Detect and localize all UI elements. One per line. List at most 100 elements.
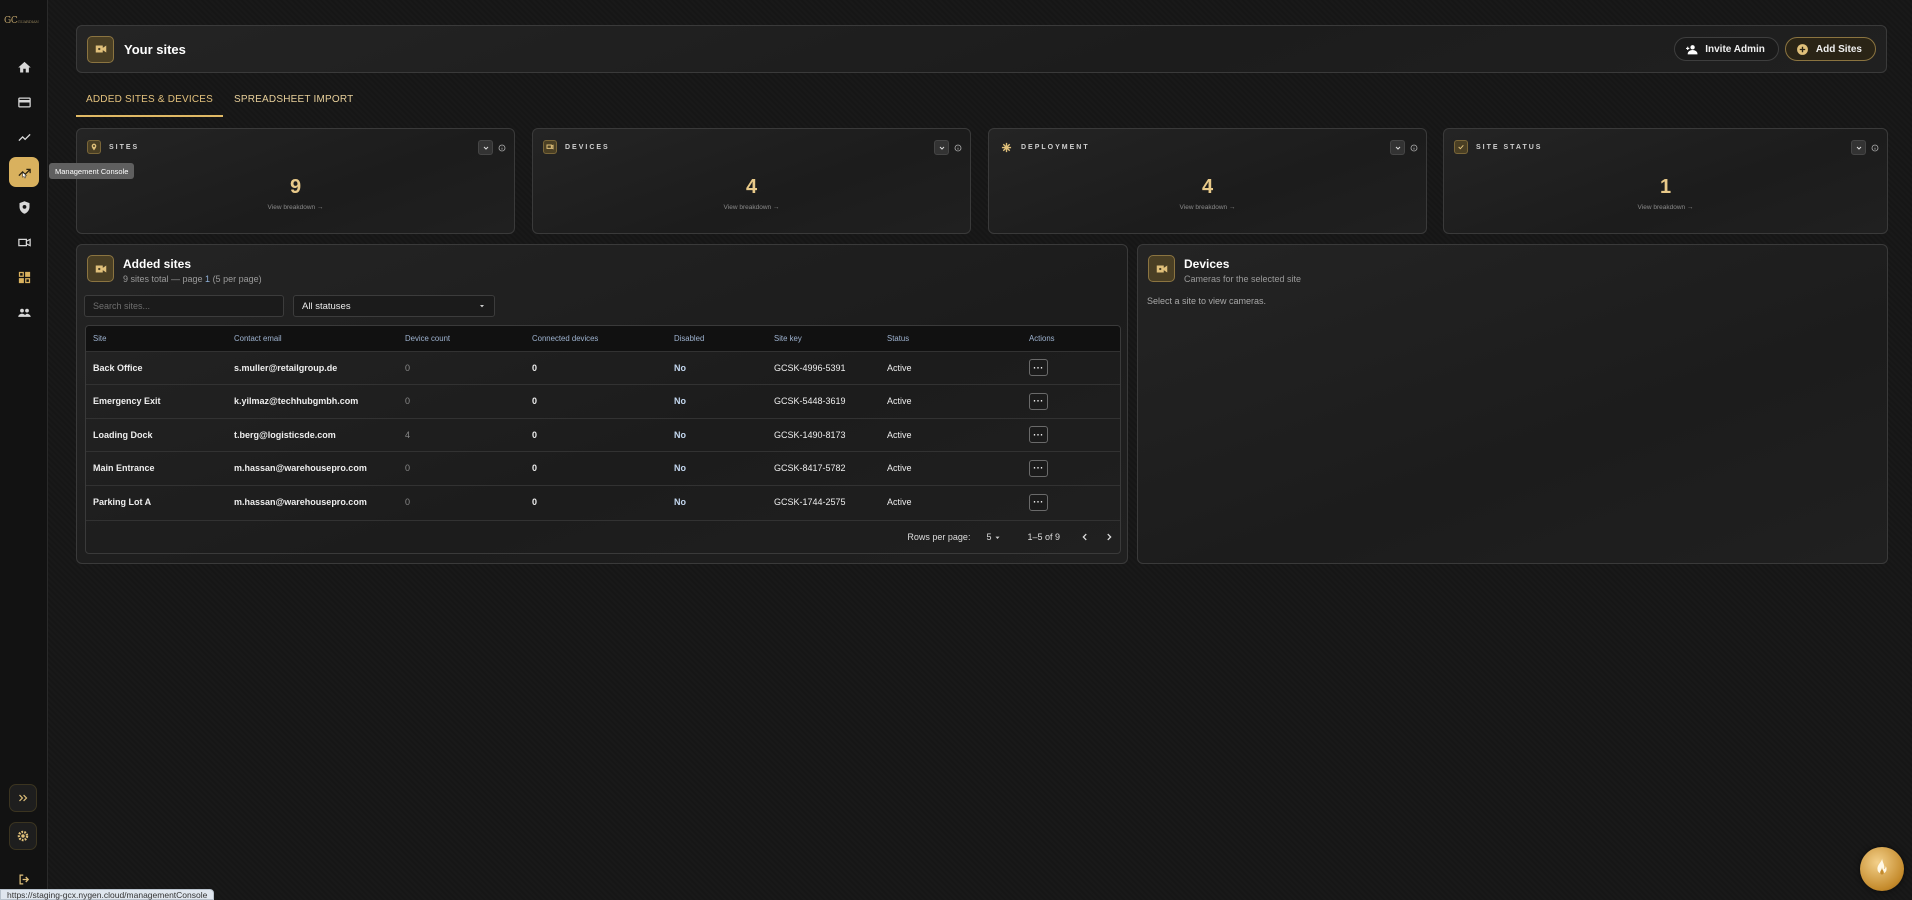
search-sites-input[interactable] [84, 295, 284, 317]
pagination-range: 1–5 of 9 [1027, 532, 1060, 542]
table-header-row: Site Contact email Device count Connecte… [86, 326, 1120, 351]
view-breakdown-link[interactable]: View breakdown → [989, 204, 1426, 211]
video-camera-icon [17, 237, 31, 247]
stat-card-site-status: SITE STATUS 1 View breakdown → [1443, 128, 1888, 234]
settings-button[interactable] [9, 822, 37, 850]
sidebar-tooltip: Management Console [49, 163, 135, 179]
previous-page-icon[interactable] [1080, 532, 1090, 542]
status-url-bar: https://staging-gcx.nygen.cloud/manageme… [0, 889, 215, 900]
row-actions-button[interactable]: ··· [1029, 359, 1048, 377]
info-icon[interactable] [1870, 143, 1879, 152]
column-header-contact-email[interactable]: Contact email [227, 326, 398, 351]
info-icon[interactable] [497, 143, 506, 152]
table-row[interactable]: Main Entrance m.hassan@warehousepro.com … [86, 451, 1120, 486]
row-actions-button[interactable]: ··· [1029, 459, 1048, 477]
cell-status: Active [887, 463, 912, 474]
stat-expand-button[interactable] [1390, 140, 1405, 155]
stat-expand-button[interactable] [1851, 140, 1866, 155]
cell-connected: 0 [532, 497, 538, 507]
cell-site: Loading Dock [93, 429, 153, 440]
stat-expand-button[interactable] [934, 140, 949, 155]
cell-disabled: No [674, 497, 686, 507]
cell-site-key: GCSK-5448-3619 [774, 396, 846, 407]
column-header-site[interactable]: Site [86, 326, 227, 351]
chevron-down-icon [939, 146, 944, 150]
cell-device-count: 0 [405, 463, 411, 474]
table-row[interactable]: Emergency Exit k.yilmaz@techhubgmbh.com … [86, 384, 1120, 419]
devices-title: Devices [1184, 257, 1230, 271]
nav-management-console[interactable] [9, 157, 39, 187]
cell-email: m.hassan@warehousepro.com [234, 497, 367, 507]
next-page-icon[interactable] [1104, 532, 1114, 542]
column-header-actions: Actions [1029, 333, 1055, 343]
devices-panel-icon-box [1148, 255, 1175, 282]
nav-billing[interactable] [9, 87, 39, 117]
column-header-device-count[interactable]: Device count [398, 326, 525, 351]
cell-site-key: GCSK-4996-5391 [774, 362, 846, 373]
device-icon [543, 140, 557, 154]
table-row[interactable]: Back Office s.muller@retailgroup.de 0 0 … [86, 351, 1120, 385]
chevron-down-icon [1395, 146, 1400, 150]
table-row[interactable]: Loading Dock t.berg@logisticsde.com 4 0 … [86, 418, 1120, 452]
stat-label: DEPLOYMENT [1021, 143, 1090, 151]
cell-disabled: No [674, 362, 686, 373]
nav-home[interactable] [9, 52, 39, 82]
cell-device-count: 4 [405, 429, 411, 440]
add-sites-button[interactable]: Add Sites [1784, 37, 1876, 61]
tab-added-sites-devices[interactable]: ADDED SITES & DEVICES [76, 90, 224, 117]
chevron-down-icon [1856, 146, 1861, 150]
add-circle-icon [1796, 43, 1808, 55]
nav-grid[interactable] [9, 262, 39, 292]
row-actions-button[interactable]: ··· [1029, 392, 1048, 410]
cell-email: s.muller@retailgroup.de [234, 362, 338, 373]
view-breakdown-link[interactable]: View breakdown → [77, 204, 514, 211]
info-icon[interactable] [953, 143, 962, 152]
invite-admin-button[interactable]: Invite Admin [1674, 37, 1779, 61]
tab-spreadsheet-import[interactable]: SPREADSHEET IMPORT [224, 90, 363, 117]
shield-icon [19, 200, 29, 214]
cell-site-key: GCSK-1744-2575 [774, 497, 846, 507]
cell-status: Active [887, 497, 912, 507]
caret-down-icon [995, 536, 1001, 539]
column-header-site-key[interactable]: Site key [767, 326, 880, 351]
devices-panel: Devices Cameras for the selected site Se… [1137, 244, 1888, 564]
row-actions-button[interactable]: ··· [1029, 426, 1048, 444]
cell-site: Emergency Exit [93, 396, 161, 407]
page-title: Your sites [124, 41, 186, 57]
nav-users[interactable] [9, 297, 39, 327]
devices-subtitle: Cameras for the selected site [1184, 274, 1302, 284]
cell-email: k.yilmaz@techhubgmbh.com [234, 396, 359, 407]
management-console-icon [17, 168, 31, 178]
cell-connected: 0 [532, 396, 538, 407]
rows-per-page-select[interactable]: 5 [986, 532, 1001, 542]
nav-analytics[interactable] [9, 122, 39, 152]
view-breakdown-link[interactable]: View breakdown → [1444, 204, 1887, 211]
stat-label: SITE STATUS [1476, 143, 1543, 151]
nav-security[interactable] [9, 192, 39, 222]
nav-cameras[interactable] [9, 227, 39, 257]
row-actions-button[interactable]: ··· [1029, 493, 1048, 511]
stat-expand-button[interactable] [478, 140, 493, 155]
cell-connected: 0 [532, 463, 538, 474]
assistant-button[interactable] [1860, 847, 1904, 891]
cell-email: m.hassan@warehousepro.com [234, 463, 367, 474]
rows-per-page-label: Rows per page: [907, 532, 971, 542]
stat-value: 1 [1659, 176, 1672, 198]
column-header-status[interactable]: Status [880, 326, 1022, 351]
status-filter-select[interactable]: All statuses [293, 295, 495, 317]
status-check-icon [1454, 140, 1468, 154]
view-breakdown-link[interactable]: View breakdown → [533, 204, 970, 211]
expand-sidebar-button[interactable] [9, 784, 37, 812]
table-row[interactable]: Parking Lot A m.hassan@warehousepro.com … [86, 485, 1120, 519]
caret-down-icon [480, 305, 484, 308]
add-sites-label: Add Sites [1815, 43, 1862, 55]
chevron-down-icon [483, 146, 488, 150]
video-camera-icon [1156, 265, 1167, 272]
app-logo: GCGUARDIAN [4, 16, 39, 26]
location-pin-icon [87, 140, 101, 154]
info-icon[interactable] [1409, 143, 1418, 152]
column-header-disabled[interactable]: Disabled [667, 326, 767, 351]
cell-site-key: GCSK-8417-5782 [774, 463, 846, 474]
cell-status: Active [887, 396, 912, 407]
column-header-connected-devices[interactable]: Connected devices [525, 326, 667, 351]
